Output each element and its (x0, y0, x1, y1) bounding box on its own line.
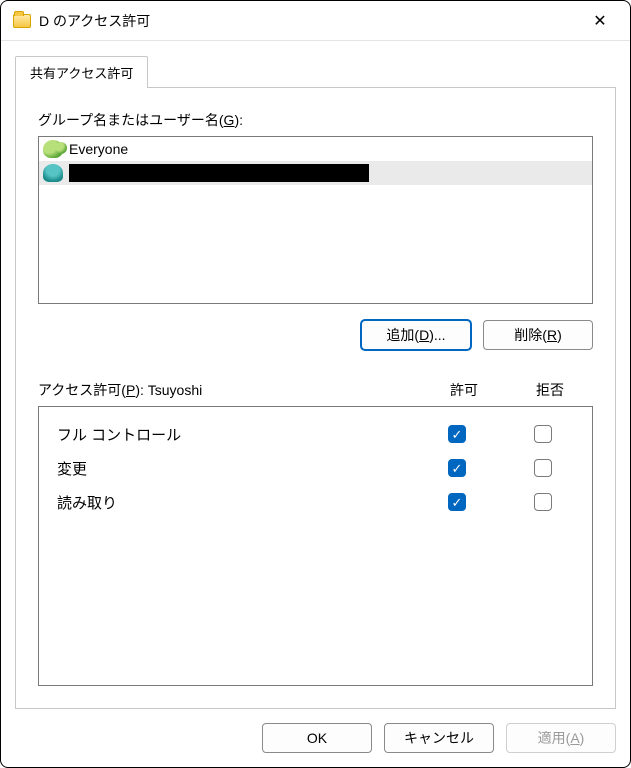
group-icon (43, 140, 63, 158)
col-deny: 拒否 (507, 380, 593, 400)
list-item[interactable]: Everyone (39, 137, 592, 161)
user-buttons: 追加(D)... 削除(R) (38, 320, 593, 350)
list-item[interactable] (39, 161, 592, 185)
permission-name: フル コントロール (57, 424, 414, 445)
allow-checkbox[interactable]: ✓ (448, 459, 466, 477)
apply-button[interactable]: 適用(A) (506, 723, 616, 753)
titlebar: D のアクセス許可 ✕ (1, 1, 630, 41)
tab-share-permissions[interactable]: 共有アクセス許可 (15, 56, 148, 88)
groups-label: グループ名またはユーザー名(G): (38, 110, 593, 130)
allow-checkbox[interactable]: ✓ (448, 425, 466, 443)
permission-row: フル コントロール ✓ (45, 417, 586, 451)
user-icon (43, 164, 63, 182)
ok-button[interactable]: OK (262, 723, 372, 753)
window-title: D のアクセス許可 (39, 11, 578, 31)
permissions-subject: Tsuyoshi (148, 382, 202, 398)
cancel-button[interactable]: キャンセル (384, 723, 494, 753)
content-area: 共有アクセス許可 グループ名またはユーザー名(G): Everyone 追加(D… (1, 41, 630, 709)
remove-button[interactable]: 削除(R) (483, 320, 593, 350)
permissions-listbox: フル コントロール ✓ 変更 ✓ 読み取り ✓ (38, 406, 593, 686)
permissions-dialog: D のアクセス許可 ✕ 共有アクセス許可 グループ名またはユーザー名(G): E… (0, 0, 631, 768)
tab-label: 共有アクセス許可 (30, 66, 133, 81)
permission-name: 読み取り (57, 492, 414, 513)
deny-checkbox[interactable] (534, 425, 552, 443)
user-listbox[interactable]: Everyone (38, 136, 593, 304)
permissions-header: アクセス許可(P): Tsuyoshi 許可 拒否 (38, 380, 593, 400)
col-allow: 許可 (421, 380, 507, 400)
close-button[interactable]: ✕ (578, 6, 622, 36)
permission-row: 読み取り ✓ (45, 485, 586, 519)
redacted-name (69, 164, 369, 182)
user-name: Everyone (69, 141, 128, 157)
deny-checkbox[interactable] (534, 459, 552, 477)
tab-strip: 共有アクセス許可 (15, 55, 616, 87)
permission-row: 変更 ✓ (45, 451, 586, 485)
dialog-footer: OK キャンセル 適用(A) (1, 709, 630, 767)
tab-panel: グループ名またはユーザー名(G): Everyone 追加(D)... 削除(R… (15, 87, 616, 709)
add-button[interactable]: 追加(D)... (361, 320, 471, 350)
permission-name: 変更 (57, 458, 414, 479)
allow-checkbox[interactable]: ✓ (448, 493, 466, 511)
folder-icon (13, 14, 31, 28)
deny-checkbox[interactable] (534, 493, 552, 511)
